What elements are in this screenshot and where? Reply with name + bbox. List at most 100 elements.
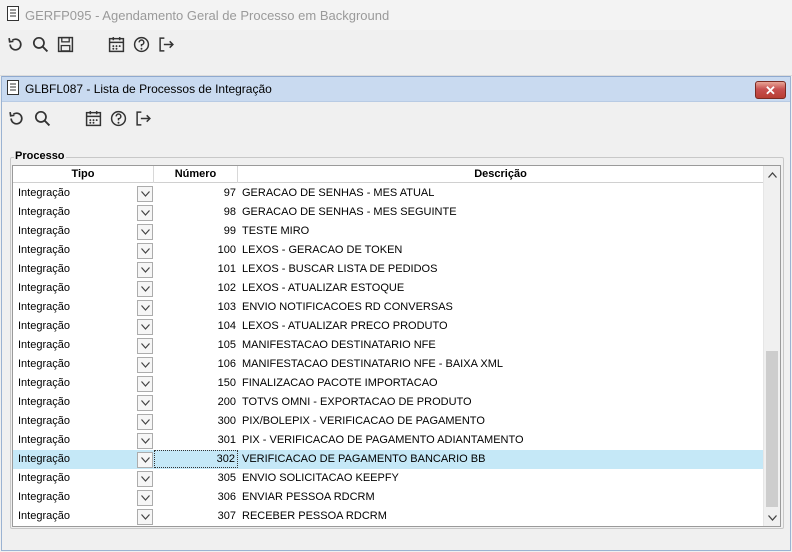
- cell-numero[interactable]: 102: [154, 279, 236, 298]
- exit-button[interactable]: [156, 34, 176, 54]
- cell-descricao[interactable]: FINALIZACAO PACOTE IMPORTACAO: [242, 374, 762, 393]
- table-row[interactable]: Integração 106 MANIFESTACAO DESTINATARIO N…: [13, 355, 764, 374]
- cell-descricao[interactable]: LEXOS - ATUALIZAR ESTOQUE: [242, 279, 762, 298]
- cell-descricao[interactable]: RECEBER PESSOA RDCRM: [242, 507, 762, 526]
- cell-numero[interactable]: 307: [154, 507, 236, 526]
- cell-descricao[interactable]: LEXOS - ATUALIZAR PRECO PRODUTO: [242, 317, 762, 336]
- cell-descricao[interactable]: LEXOS - GERACAO DE TOKEN: [242, 241, 762, 260]
- cell-numero[interactable]: 302: [154, 450, 238, 468]
- cell-descricao[interactable]: VERIFICACAO DE PAGAMENTO BANCARIO BB: [242, 450, 762, 469]
- table-row[interactable]: Integração 300 PIX/BOLEPIX - VERIFICACAO D…: [13, 412, 764, 431]
- tipo-dropdown-button[interactable]: [137, 376, 153, 392]
- cell-descricao[interactable]: GERACAO DE SENHAS - MES SEGUINTE: [242, 203, 762, 222]
- table-row[interactable]: Integração 97 GERACAO DE SENHAS - MES ATUA…: [13, 184, 764, 203]
- column-header-numero[interactable]: Número: [154, 166, 238, 183]
- cell-numero[interactable]: 99: [154, 222, 236, 241]
- tipo-dropdown-button[interactable]: [137, 224, 153, 240]
- calendar-button[interactable]: [106, 34, 126, 54]
- cell-descricao[interactable]: TESTE MIRO: [242, 222, 762, 241]
- tipo-dropdown-button[interactable]: [137, 281, 153, 297]
- cell-numero[interactable]: 200: [154, 393, 236, 412]
- cell-tipo[interactable]: Integração: [18, 355, 136, 374]
- scroll-down-button[interactable]: [764, 509, 780, 526]
- column-header-tipo[interactable]: Tipo: [13, 166, 154, 183]
- cell-numero[interactable]: 150: [154, 374, 236, 393]
- close-button[interactable]: ✕: [755, 81, 786, 99]
- table-row[interactable]: Integração 302 VERIFICACAO DE PAGAMENTO BA…: [13, 450, 764, 469]
- cell-tipo[interactable]: Integração: [18, 260, 136, 279]
- cell-numero[interactable]: 106: [154, 355, 236, 374]
- tipo-dropdown-button[interactable]: [137, 300, 153, 316]
- table-row[interactable]: Integração 305 ENVIO SOLICITACAO KEEPFY: [13, 469, 764, 488]
- cell-tipo[interactable]: Integração: [18, 488, 136, 507]
- scrollbar-thumb[interactable]: [766, 351, 778, 507]
- cell-numero[interactable]: 305: [154, 469, 236, 488]
- dialog-calendar-button[interactable]: [83, 108, 103, 128]
- tipo-dropdown-button[interactable]: [137, 452, 153, 468]
- cell-descricao[interactable]: GERACAO DE SENHAS - MES ATUAL: [242, 184, 762, 203]
- cell-tipo[interactable]: Integração: [18, 317, 136, 336]
- tipo-dropdown-button[interactable]: [137, 319, 153, 335]
- tipo-dropdown-button[interactable]: [137, 205, 153, 221]
- cell-tipo[interactable]: Integração: [18, 241, 136, 260]
- table-row[interactable]: Integração 104 LEXOS - ATUALIZAR PRECO PRO…: [13, 317, 764, 336]
- table-row[interactable]: Integração 307 RECEBER PESSOA RDCRM: [13, 507, 764, 526]
- cell-descricao[interactable]: MANIFESTACAO DESTINATARIO NFE - BAIXA XM…: [242, 355, 762, 374]
- tipo-dropdown-button[interactable]: [137, 414, 153, 430]
- cell-numero[interactable]: 300: [154, 412, 236, 431]
- tipo-dropdown-button[interactable]: [137, 357, 153, 373]
- column-header-descricao[interactable]: Descrição: [238, 166, 764, 183]
- tipo-dropdown-button[interactable]: [137, 490, 153, 506]
- cell-numero[interactable]: 301: [154, 431, 236, 450]
- tipo-dropdown-button[interactable]: [137, 395, 153, 411]
- table-row[interactable]: Integração 100 LEXOS - GERACAO DE TOKEN: [13, 241, 764, 260]
- cell-tipo[interactable]: Integração: [18, 279, 136, 298]
- cell-tipo[interactable]: Integração: [18, 222, 136, 241]
- cell-descricao[interactable]: PIX/BOLEPIX - VERIFICACAO DE PAGAMENTO: [242, 412, 762, 431]
- table-row[interactable]: Integração 98 GERACAO DE SENHAS - MES SEGU…: [13, 203, 764, 222]
- cell-tipo[interactable]: Integração: [18, 507, 136, 526]
- dialog-exit-button[interactable]: [133, 108, 153, 128]
- dialog-search-button[interactable]: [32, 108, 52, 128]
- cell-descricao[interactable]: PIX - VERIFICACAO DE PAGAMENTO ADIANTAME…: [242, 431, 762, 450]
- cell-numero[interactable]: 101: [154, 260, 236, 279]
- cell-tipo[interactable]: Integração: [18, 203, 136, 222]
- table-row[interactable]: Integração 306 ENVIAR PESSOA RDCRM: [13, 488, 764, 507]
- cell-numero[interactable]: 100: [154, 241, 236, 260]
- tipo-dropdown-button[interactable]: [137, 433, 153, 449]
- dialog-help-button[interactable]: [108, 108, 128, 128]
- save-button[interactable]: [55, 34, 75, 54]
- search-button[interactable]: [30, 34, 50, 54]
- dialog-refresh-button[interactable]: [6, 108, 26, 128]
- tipo-dropdown-button[interactable]: [137, 262, 153, 278]
- cell-numero[interactable]: 98: [154, 203, 236, 222]
- table-row[interactable]: Integração 105 MANIFESTACAO DESTINATARIO N…: [13, 336, 764, 355]
- cell-numero[interactable]: 105: [154, 336, 236, 355]
- cell-descricao[interactable]: ENVIO NOTIFICACOES RD CONVERSAS: [242, 298, 762, 317]
- tipo-dropdown-button[interactable]: [137, 471, 153, 487]
- tipo-dropdown-button[interactable]: [137, 338, 153, 354]
- cell-numero[interactable]: 104: [154, 317, 236, 336]
- vertical-scrollbar[interactable]: [763, 166, 780, 526]
- cell-tipo[interactable]: Integração: [18, 412, 136, 431]
- table-row[interactable]: Integração 301 PIX - VERIFICACAO DE PAGAME…: [13, 431, 764, 450]
- cell-descricao[interactable]: TOTVS OMNI - EXPORTACAO DE PRODUTO: [242, 393, 762, 412]
- cell-numero[interactable]: 306: [154, 488, 236, 507]
- cell-tipo[interactable]: Integração: [18, 450, 136, 469]
- cell-descricao[interactable]: ENVIO SOLICITACAO KEEPFY: [242, 469, 762, 488]
- table-row[interactable]: Integração 101 LEXOS - BUSCAR LISTA DE PED…: [13, 260, 764, 279]
- cell-tipo[interactable]: Integração: [18, 298, 136, 317]
- help-button[interactable]: [131, 34, 151, 54]
- table-row[interactable]: Integração 150 FINALIZACAO PACOTE IMPORTAC…: [13, 374, 764, 393]
- cell-descricao[interactable]: MANIFESTACAO DESTINATARIO NFE: [242, 336, 762, 355]
- cell-descricao[interactable]: LEXOS - BUSCAR LISTA DE PEDIDOS: [242, 260, 762, 279]
- cell-tipo[interactable]: Integração: [18, 469, 136, 488]
- cell-tipo[interactable]: Integração: [18, 184, 136, 203]
- table-row[interactable]: Integração 99 TESTE MIRO: [13, 222, 764, 241]
- dialog-titlebar[interactable]: GLBFL087 - Lista de Processos de Integra…: [2, 76, 790, 102]
- table-row[interactable]: Integração 200 TOTVS OMNI - EXPORTACAO DE …: [13, 393, 764, 412]
- cell-tipo[interactable]: Integração: [18, 393, 136, 412]
- tipo-dropdown-button[interactable]: [137, 243, 153, 259]
- refresh-button[interactable]: [5, 34, 25, 54]
- cell-tipo[interactable]: Integração: [18, 431, 136, 450]
